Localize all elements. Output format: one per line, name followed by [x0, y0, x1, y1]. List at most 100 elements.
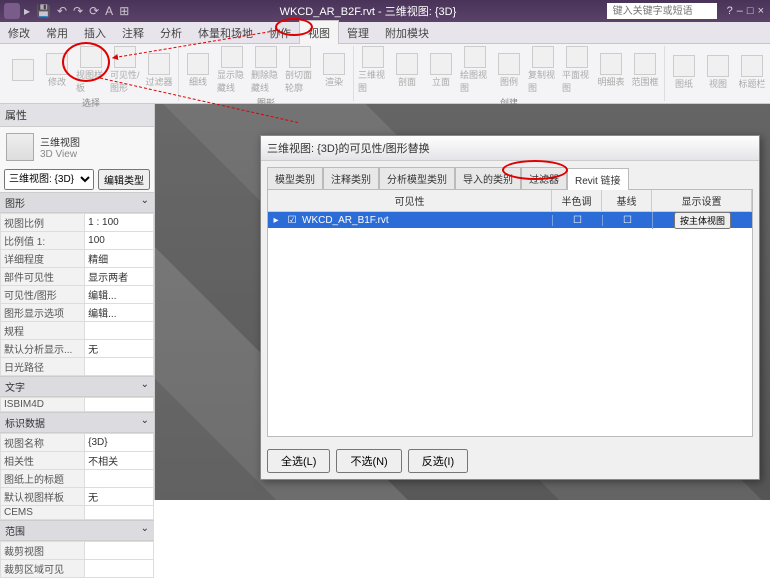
props-value[interactable]: [85, 398, 154, 412]
ribbon-icon: [741, 55, 763, 77]
ribbon-button[interactable]: 立面: [426, 53, 456, 88]
underlay-cell[interactable]: ☐: [602, 215, 652, 226]
qat-print-icon[interactable]: A: [105, 4, 113, 18]
ribbon-icon: [221, 46, 243, 68]
tab-插入[interactable]: 插入: [76, 21, 114, 45]
props-value[interactable]: 不相关: [85, 452, 154, 470]
ribbon-button[interactable]: 剖面: [392, 53, 422, 88]
ribbon-label: 范围框: [631, 75, 658, 88]
link-row[interactable]: ▸☑WKCD_AR_B1F.rvt☐☐按主体视图: [268, 212, 752, 228]
ribbon-button[interactable]: 平面视图: [562, 46, 592, 94]
props-value[interactable]: [85, 358, 154, 376]
ribbon-icon: [464, 46, 486, 68]
ribbon-button[interactable]: [8, 59, 38, 81]
props-value[interactable]: 显示两者: [85, 268, 154, 286]
props-table: ISBIM4D: [0, 397, 154, 412]
props-value[interactable]: [85, 322, 154, 340]
view-selector[interactable]: 三维视图: {3D}: [4, 169, 94, 190]
props-key: 比例值 1:: [1, 232, 85, 250]
ribbon-button[interactable]: 范围框: [630, 53, 660, 88]
props-row: 裁剪区域可见: [1, 560, 154, 578]
qat-redo-icon[interactable]: ↷: [73, 4, 83, 18]
props-value[interactable]: [85, 542, 154, 560]
props-value[interactable]: 编辑...: [85, 304, 154, 322]
dialog-tab[interactable]: 模型类别: [267, 167, 323, 189]
app-icon[interactable]: [4, 3, 20, 19]
tab-管理[interactable]: 管理: [339, 21, 377, 45]
dialog-tabs: 模型类别注释类别分析模型类别导入的类别过滤器Revit 链接: [261, 161, 759, 189]
ribbon-button[interactable]: 复制视图: [528, 46, 558, 94]
ribbon-icon: [498, 53, 520, 75]
ribbon-button[interactable]: 过滤器: [144, 53, 174, 88]
dialog-tab[interactable]: 过滤器: [521, 167, 567, 189]
ribbon-button[interactable]: 渲染: [319, 53, 349, 88]
ribbon-button[interactable]: 视图样板: [76, 46, 106, 94]
props-value[interactable]: [85, 506, 154, 520]
display-cell[interactable]: 按主体视图: [652, 212, 752, 229]
props-value[interactable]: 1 : 100: [85, 214, 154, 232]
props-section-header[interactable]: 图形⌄: [0, 192, 154, 213]
ribbon-button[interactable]: 绘图视图: [460, 46, 490, 94]
ribbon-button[interactable]: 删除隐藏线: [251, 46, 281, 94]
props-value[interactable]: 100: [85, 232, 154, 250]
ribbon-label: 视图样板: [76, 68, 106, 94]
maximize-icon[interactable]: □: [747, 5, 754, 17]
ribbon-button[interactable]: 可见性/图形: [110, 46, 140, 94]
ribbon-label: 删除隐藏线: [251, 68, 281, 94]
props-section-header[interactable]: 标识数据⌄: [0, 412, 154, 433]
search-input[interactable]: [607, 3, 717, 19]
display-button[interactable]: 按主体视图: [674, 212, 731, 229]
qat-measure-icon[interactable]: ⊞: [119, 4, 129, 18]
tab-注释[interactable]: 注释: [114, 21, 152, 45]
ribbon-button[interactable]: 视图: [703, 55, 733, 90]
ribbon-button[interactable]: 剖切面轮廓: [285, 46, 315, 94]
dialog-tab[interactable]: 导入的类别: [455, 167, 521, 189]
props-value[interactable]: 无: [85, 340, 154, 358]
dialog-tab[interactable]: Revit 链接: [567, 168, 629, 190]
props-section-header[interactable]: 范围⌄: [0, 520, 154, 541]
ribbon-button[interactable]: 三维视图: [358, 46, 388, 94]
tab-协作[interactable]: 协作: [261, 21, 299, 45]
qat-save-icon[interactable]: 💾: [36, 4, 51, 18]
ribbon-button[interactable]: 图纸: [669, 55, 699, 90]
tab-附加模块[interactable]: 附加模块: [377, 21, 437, 45]
col-visibility: 可见性: [268, 190, 552, 211]
qat-open-icon[interactable]: ▸: [24, 4, 30, 18]
tab-分析[interactable]: 分析: [152, 21, 190, 45]
props-value[interactable]: 精细: [85, 250, 154, 268]
ribbon-button[interactable]: 细线: [183, 53, 213, 88]
tab-修改[interactable]: 修改: [0, 21, 38, 45]
link-filename: WKCD_AR_B1F.rvt: [300, 215, 552, 226]
minimize-icon[interactable]: –: [737, 5, 743, 17]
row-checkbox[interactable]: ☑: [284, 215, 300, 226]
help-icon[interactable]: ?: [727, 5, 733, 17]
props-value[interactable]: [85, 470, 154, 488]
props-section-header[interactable]: 文字⌄: [0, 376, 154, 397]
tab-体量和场地[interactable]: 体量和场地: [190, 21, 261, 45]
props-key: CEMS: [1, 506, 85, 520]
select-none-button[interactable]: 不选(N): [336, 449, 401, 473]
ribbon-button[interactable]: 显示隐藏线: [217, 46, 247, 94]
props-value[interactable]: 编辑...: [85, 286, 154, 304]
dialog-title: 三维视图: {3D}的可见性/图形替换: [261, 136, 759, 161]
tab-视图[interactable]: 视图: [299, 20, 339, 46]
invert-button[interactable]: 反选(I): [408, 449, 468, 473]
ribbon-group-label: 选择: [82, 94, 100, 109]
props-value[interactable]: [85, 560, 154, 578]
close-icon[interactable]: ×: [758, 5, 764, 17]
tab-常用[interactable]: 常用: [38, 21, 76, 45]
dialog-tab[interactable]: 注释类别: [323, 167, 379, 189]
ribbon-button[interactable]: 图例: [494, 53, 524, 88]
qat-sync-icon[interactable]: ⟳: [89, 4, 99, 18]
props-value[interactable]: 无: [85, 488, 154, 506]
props-value[interactable]: {3D}: [85, 434, 154, 452]
select-all-button[interactable]: 全选(L): [267, 449, 330, 473]
halftone-cell[interactable]: ☐: [552, 215, 602, 226]
edit-type-button[interactable]: 编辑类型: [98, 169, 150, 190]
qat-undo-icon[interactable]: ↶: [57, 4, 67, 18]
expand-icon[interactable]: ▸: [268, 215, 284, 226]
ribbon-button[interactable]: 明细表: [596, 53, 626, 88]
ribbon-button[interactable]: 标题栏: [737, 55, 767, 90]
dialog-tab[interactable]: 分析模型类别: [379, 167, 455, 189]
ribbon-button[interactable]: 修改: [42, 53, 72, 88]
